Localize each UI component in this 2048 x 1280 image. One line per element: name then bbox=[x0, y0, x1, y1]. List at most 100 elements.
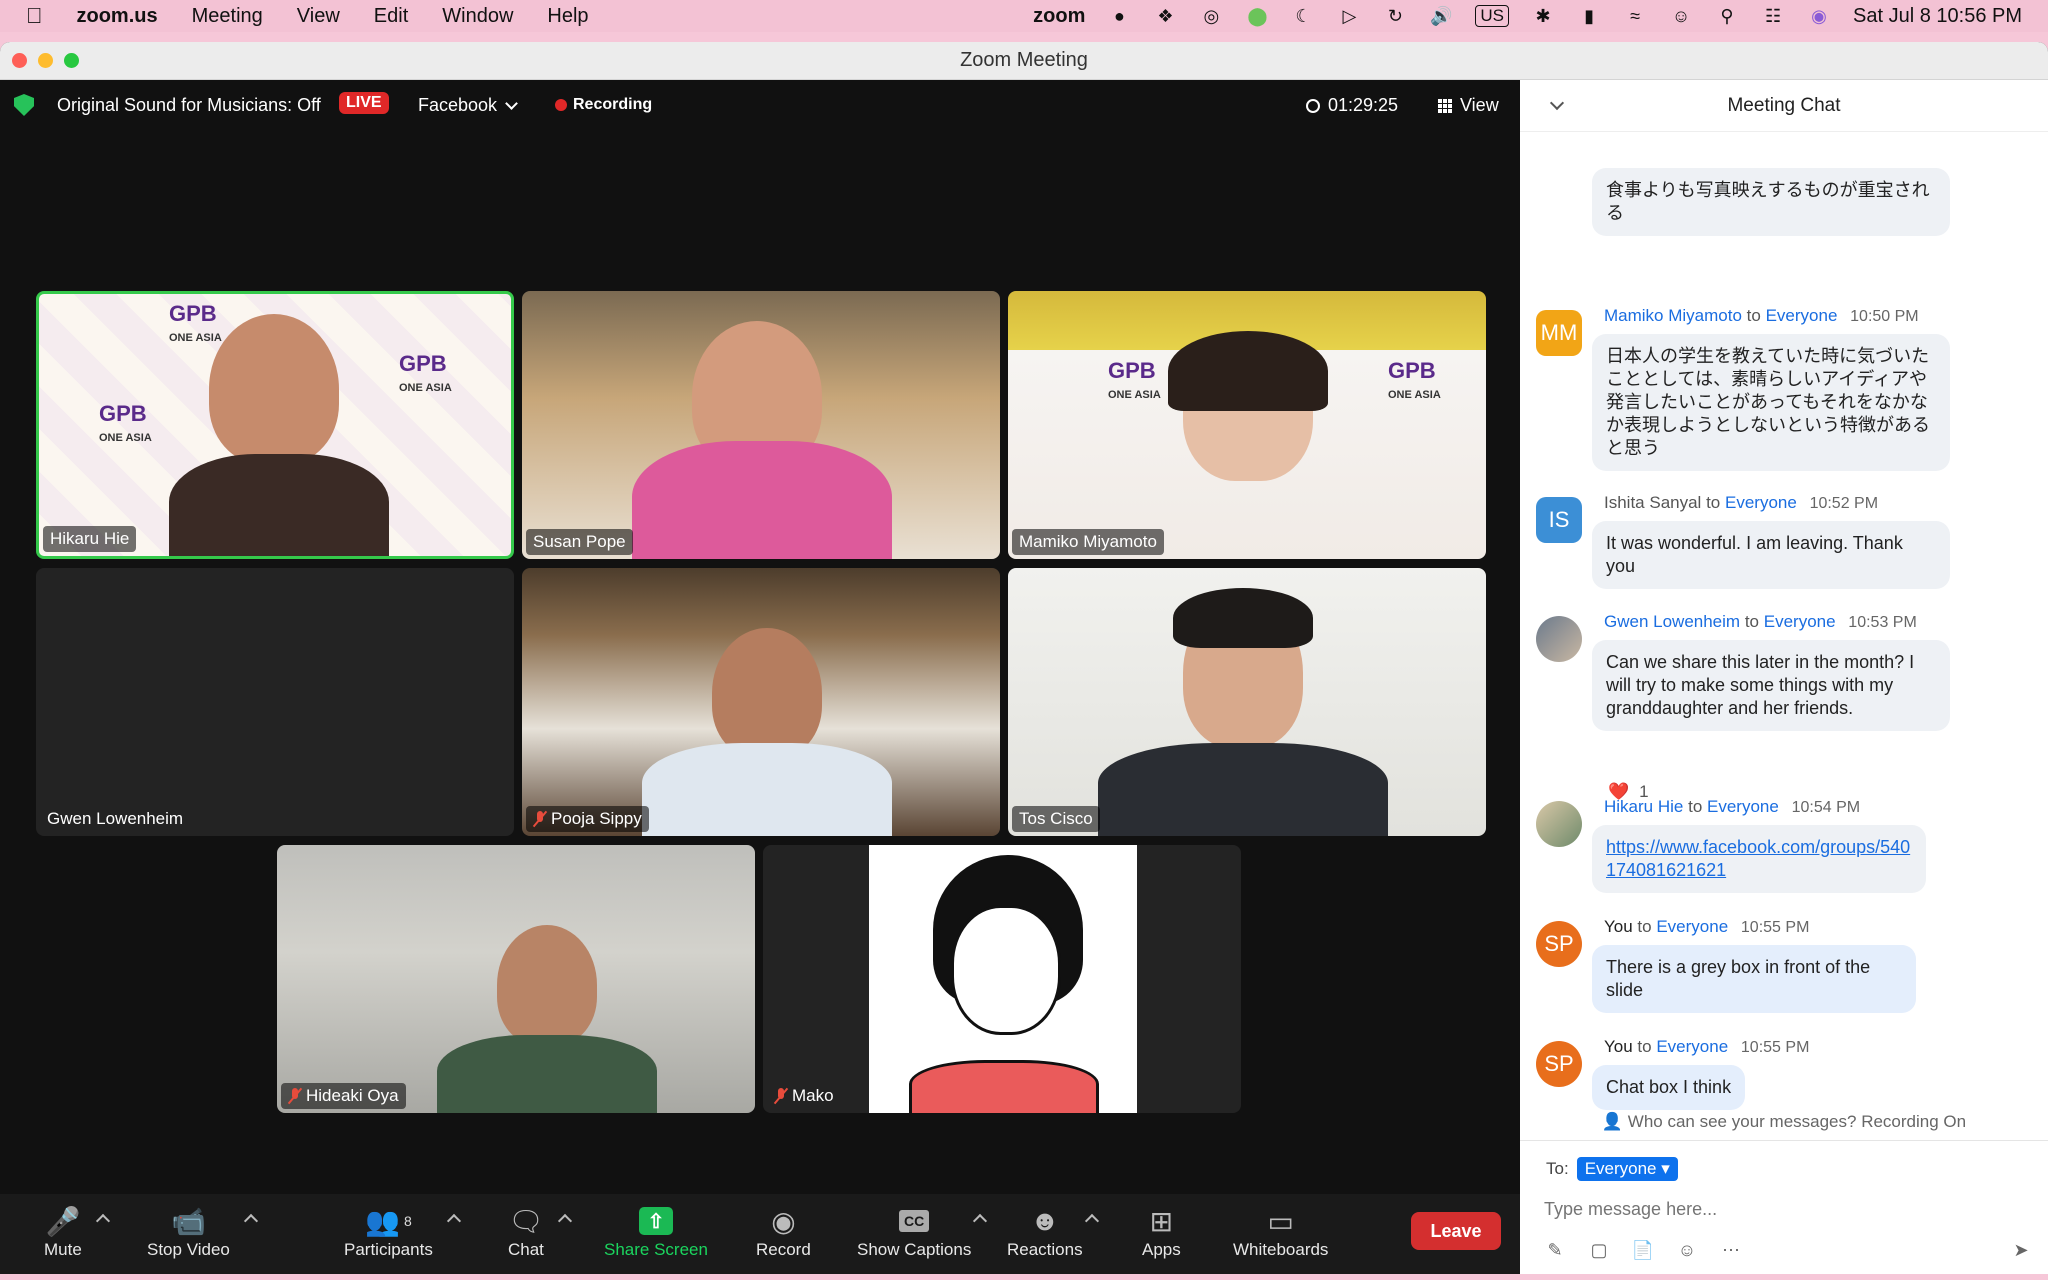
dropbox-icon[interactable]: ❖ bbox=[1153, 6, 1177, 26]
wifi-icon[interactable]: ≈ bbox=[1623, 6, 1647, 26]
encryption-shield-icon[interactable] bbox=[14, 94, 34, 116]
view-button[interactable]: View bbox=[1438, 95, 1499, 116]
sender-name[interactable]: Gwen Lowenheim bbox=[1604, 612, 1740, 631]
message-bubble[interactable]: 食事よりも写真映えするものが重宝される bbox=[1592, 168, 1950, 236]
recipient-name[interactable]: Everyone bbox=[1656, 1037, 1728, 1056]
collapse-chat-icon[interactable] bbox=[1549, 95, 1565, 111]
chat-message-input[interactable] bbox=[1544, 1193, 2024, 1225]
recipient-name[interactable]: Everyone bbox=[1707, 797, 1779, 816]
bluetooth-icon[interactable]: ✱ bbox=[1531, 6, 1555, 26]
format-text-icon[interactable]: ✎ bbox=[1544, 1239, 1566, 1261]
captions-options-caret[interactable] bbox=[973, 1213, 988, 1229]
time-machine-icon[interactable]: ↻ bbox=[1383, 6, 1407, 26]
menu-app-name[interactable]: zoom.us bbox=[77, 5, 158, 28]
control-center-icon[interactable]: ☷ bbox=[1761, 6, 1785, 26]
user-icon[interactable]: ☺ bbox=[1669, 6, 1693, 26]
share-screen-button[interactable]: ⇧ Share Screen bbox=[604, 1202, 708, 1260]
message-bubble[interactable]: 日本人の学生を教えていた時に気づいたこととしては、素晴らしいアイディアや発言した… bbox=[1592, 334, 1950, 471]
reactions-options-caret[interactable] bbox=[1084, 1213, 1099, 1229]
live-badge[interactable]: LIVE bbox=[339, 92, 389, 114]
mute-options-caret[interactable] bbox=[95, 1213, 110, 1229]
zoom-status-item[interactable]: zoom bbox=[1033, 5, 1085, 28]
volume-icon[interactable]: 🔊 bbox=[1429, 6, 1453, 26]
chat-options-caret[interactable] bbox=[557, 1213, 572, 1229]
video-tile-mamiko-miyamoto[interactable]: GPB ONE ASIA GPB ONE ASIA Mamiko Miyamoto bbox=[1008, 291, 1486, 559]
recipient-name[interactable]: Everyone bbox=[1766, 306, 1838, 325]
whiteboards-button[interactable]: ▭ Whiteboards bbox=[1233, 1202, 1328, 1260]
file-attach-icon[interactable]: 📄 bbox=[1632, 1239, 1654, 1261]
menu-help[interactable]: Help bbox=[547, 5, 588, 28]
close-window-button[interactable] bbox=[12, 53, 27, 68]
participants-options-caret[interactable] bbox=[446, 1213, 461, 1229]
video-tile-susan-pope[interactable]: Susan Pope bbox=[522, 291, 1000, 559]
notification-icon[interactable]: ● bbox=[1107, 6, 1131, 26]
participants-button[interactable]: 👥 8 Participants bbox=[344, 1202, 461, 1260]
menu-meeting[interactable]: Meeting bbox=[192, 5, 263, 28]
play-icon[interactable]: ▷ bbox=[1337, 6, 1361, 26]
input-source[interactable]: US bbox=[1475, 5, 1510, 27]
message-bubble[interactable]: Can we share this later in the month? I … bbox=[1592, 640, 1950, 731]
sender-name[interactable]: Mamiko Miyamoto bbox=[1604, 306, 1742, 325]
video-tile-pooja-sippy[interactable]: Pooja Sippy bbox=[522, 568, 1000, 836]
stream-dropdown[interactable]: Facebook bbox=[418, 95, 518, 116]
chat-header: Meeting Chat bbox=[1520, 80, 2048, 132]
participants-icon: 👥 8 bbox=[365, 1205, 412, 1237]
menu-clock[interactable]: Sat Jul 8 10:56 PM bbox=[1853, 5, 2022, 28]
recording-indicator[interactable]: Recording bbox=[555, 96, 652, 114]
message-link[interactable]: https://www.facebook.com/groups/54017408… bbox=[1606, 837, 1910, 880]
video-options-caret[interactable] bbox=[243, 1213, 258, 1229]
recipient-dropdown[interactable]: Everyone ▾ bbox=[1576, 1157, 1678, 1181]
sender-name[interactable]: Ishita Sanyal bbox=[1604, 493, 1701, 512]
avatar[interactable]: MM bbox=[1536, 310, 1582, 356]
green-dot-icon[interactable]: ⬤ bbox=[1245, 6, 1269, 26]
video-tile-tos-cisco[interactable]: Tos Cisco bbox=[1008, 568, 1486, 836]
muted-mic-icon bbox=[288, 1087, 302, 1105]
video-tile-gwen-lowenheim[interactable]: Gwen Lowenheim bbox=[36, 568, 514, 836]
recipient-name[interactable]: Everyone bbox=[1764, 612, 1836, 631]
who-can-see-notice[interactable]: 👤 Who can see your messages? Recording O… bbox=[1520, 1112, 2048, 1132]
who-can-see-text: Who can see your messages? Recording On bbox=[1627, 1112, 1967, 1131]
show-captions-button[interactable]: CC Show Captions bbox=[857, 1202, 988, 1260]
minimize-window-button[interactable] bbox=[38, 53, 53, 68]
menu-view[interactable]: View bbox=[297, 5, 340, 28]
mute-button[interactable]: 🎤 Mute bbox=[44, 1202, 110, 1260]
message-time: 10:50 PM bbox=[1850, 308, 1919, 325]
send-icon[interactable]: ➤ bbox=[2010, 1239, 2032, 1261]
menu-window[interactable]: Window bbox=[442, 5, 513, 28]
avatar[interactable]: IS bbox=[1536, 497, 1582, 543]
avatar[interactable]: SP bbox=[1536, 921, 1582, 967]
message-bubble[interactable]: Chat box I think bbox=[1592, 1065, 1746, 1110]
leave-button[interactable]: Leave bbox=[1411, 1212, 1501, 1250]
stop-video-button[interactable]: 📹 Stop Video bbox=[147, 1202, 258, 1260]
video-tile-hideaki-oya[interactable]: Hideaki Oya bbox=[277, 845, 755, 1113]
apple-icon[interactable]:  bbox=[26, 3, 43, 29]
reactions-button[interactable]: ☻ Reactions bbox=[1007, 1202, 1099, 1260]
message-bubble[interactable]: It was wonderful. I am leaving. Thank yo… bbox=[1592, 521, 1950, 589]
participant-name-label: Hikaru Hie bbox=[43, 526, 137, 552]
emoji-icon[interactable]: ☺ bbox=[1676, 1239, 1698, 1261]
original-sound-toggle[interactable]: Original Sound for Musicians: Off bbox=[57, 95, 321, 116]
moon-icon[interactable]: ☾ bbox=[1291, 6, 1315, 26]
battery-icon[interactable]: ▮ bbox=[1577, 6, 1601, 26]
menu-edit[interactable]: Edit bbox=[374, 5, 408, 28]
chat-button[interactable]: 🗨 Chat bbox=[508, 1202, 572, 1260]
record-button[interactable]: ◉ Record bbox=[756, 1202, 811, 1260]
more-options-icon[interactable]: ⋯ bbox=[1720, 1239, 1742, 1261]
screenshot-icon[interactable]: ▢ bbox=[1588, 1239, 1610, 1261]
video-tile-hikaru-hie[interactable]: GPB ONE ASIA GPB ONE ASIA GPB ONE ASIA Hika… bbox=[36, 291, 514, 559]
spotlight-search-icon[interactable]: ⚲ bbox=[1715, 6, 1739, 26]
message-bubble[interactable]: There is a grey box in front of the slid… bbox=[1592, 945, 1916, 1013]
zoom-window-button[interactable] bbox=[64, 53, 79, 68]
avatar[interactable] bbox=[1536, 801, 1582, 847]
target-icon[interactable]: ◎ bbox=[1199, 6, 1223, 26]
siri-icon[interactable]: ◉ bbox=[1807, 6, 1831, 26]
apps-button[interactable]: ⊞ Apps bbox=[1142, 1202, 1181, 1260]
recipient-name[interactable]: Everyone bbox=[1656, 917, 1728, 936]
avatar[interactable]: SP bbox=[1536, 1041, 1582, 1087]
to-word: to bbox=[1637, 1037, 1652, 1056]
avatar[interactable] bbox=[1536, 616, 1582, 662]
sender-name[interactable]: Hikaru Hie bbox=[1604, 797, 1683, 816]
recipient-name[interactable]: Everyone bbox=[1725, 493, 1797, 512]
video-tile-mako[interactable]: Mako bbox=[763, 845, 1241, 1113]
participants-label: Participants bbox=[344, 1240, 433, 1259]
